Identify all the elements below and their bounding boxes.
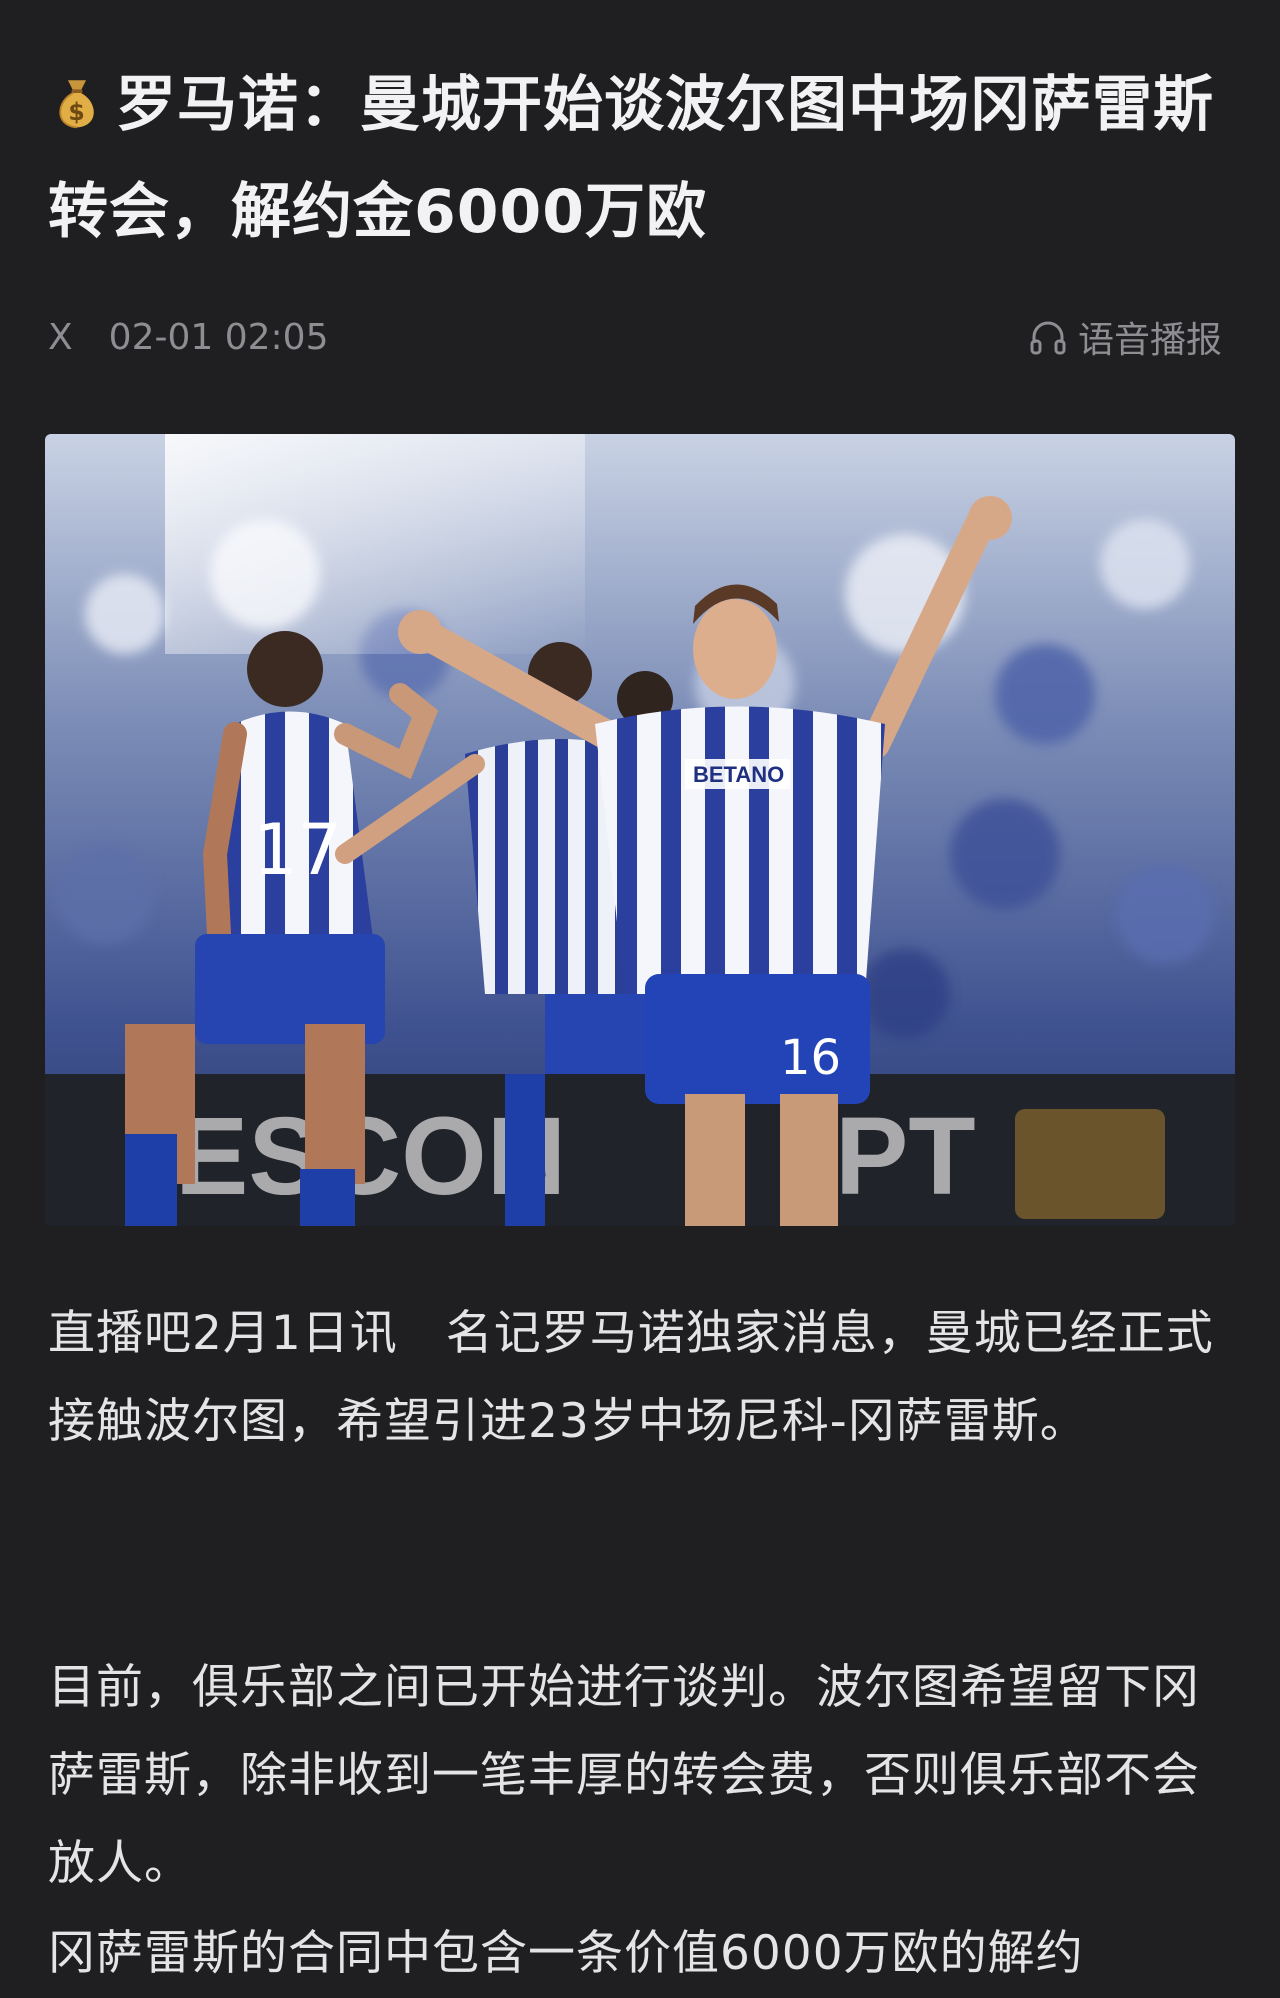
article-paragraph: 目前，俱乐部之间已开始进行谈判。波尔图希望留下冈萨雷斯，除非收到一笔丰厚的转会费… bbox=[48, 1660, 1200, 1891]
svg-text:$: $ bbox=[68, 98, 85, 126]
publish-time: 02-01 02:05 bbox=[108, 316, 329, 358]
article-paragraph: 冈萨雷斯的合同中包含一条价值6000万欧的解约 bbox=[48, 1926, 1084, 1981]
svg-text:16: 16 bbox=[780, 1030, 841, 1086]
title-text: 罗马诺：曼城开始谈波尔图中场冈萨雷斯转会，解约金6000万欧 bbox=[48, 70, 1214, 247]
svg-text:BETANO: BETANO bbox=[693, 762, 784, 787]
article-paragraph: 直播吧2月1日讯 名记罗马诺独家消息，曼城已经正式接触波尔图，希望引进23岁中场… bbox=[48, 1306, 1214, 1449]
svg-text:17: 17 bbox=[253, 809, 342, 891]
article-meta: X 02-01 02:05 语音播报 bbox=[48, 312, 1222, 362]
audio-play-button[interactable]: 语音播报 bbox=[1028, 311, 1222, 363]
article-title: $ 罗马诺：曼城开始谈波尔图中场冈萨雷斯转会，解约金6000万欧 bbox=[48, 52, 1238, 266]
money-bag-icon: $ bbox=[59, 80, 94, 129]
football-celebration-photo: ESCON PT 17 BETANO 16 bbox=[45, 434, 1235, 1226]
headphones-icon bbox=[1030, 321, 1066, 355]
meta-left: X 02-01 02:05 bbox=[48, 317, 328, 358]
source-label[interactable]: X bbox=[48, 317, 73, 358]
article-photo: ESCON PT 17 BETANO 16 bbox=[45, 434, 1235, 1226]
audio-play-label: 语音播报 bbox=[1077, 320, 1222, 361]
svg-text:PT: PT bbox=[835, 1095, 976, 1218]
article: $ 罗马诺：曼城开始谈波尔图中场冈萨雷斯转会，解约金6000万欧 X 02-01… bbox=[0, 0, 1280, 1997]
